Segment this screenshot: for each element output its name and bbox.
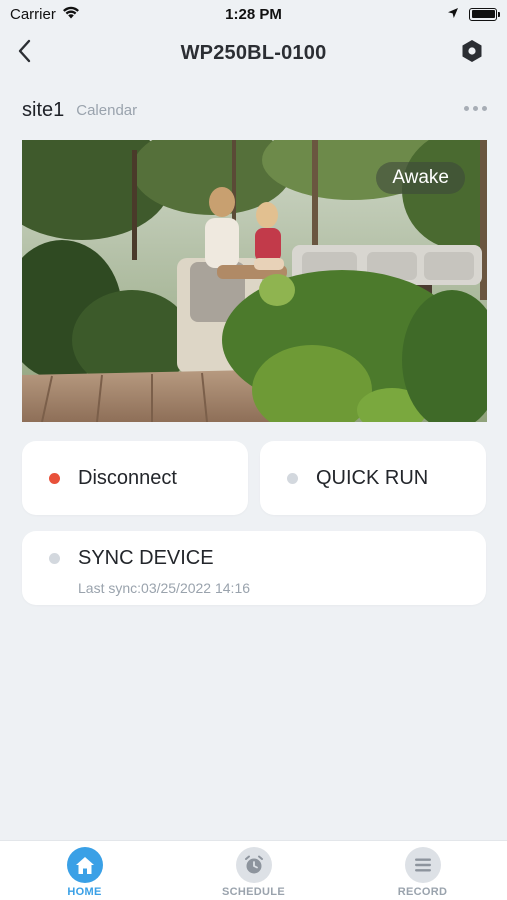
status-left: Carrier bbox=[10, 6, 80, 23]
page-title: WP250BL-0100 bbox=[180, 41, 327, 64]
last-sync-label: Last sync:03/25/2022 14:16 bbox=[78, 580, 251, 596]
tab-home-label: HOME bbox=[67, 886, 102, 898]
tab-bar: HOME SCHEDULE RECORD bbox=[0, 840, 507, 900]
connection-status-dot bbox=[49, 473, 60, 484]
more-horizontal-icon[interactable] bbox=[464, 100, 487, 117]
list-icon bbox=[404, 847, 441, 883]
quick-run-label: QUICK RUN bbox=[316, 467, 429, 489]
alarm-clock-icon bbox=[235, 847, 272, 883]
carrier-label: Carrier bbox=[10, 5, 56, 23]
location-arrow-icon bbox=[447, 6, 459, 23]
disconnect-label: Disconnect bbox=[78, 467, 177, 489]
hexagon-gear-icon bbox=[461, 39, 483, 68]
tab-schedule-label: SCHEDULE bbox=[222, 886, 285, 898]
calendar-link[interactable]: Calendar bbox=[76, 102, 137, 119]
quick-run-status-dot bbox=[287, 473, 298, 484]
camera-feed[interactable]: Awake bbox=[22, 140, 487, 422]
battery-icon bbox=[469, 7, 500, 21]
status-right bbox=[447, 6, 500, 23]
status-badge: Awake bbox=[376, 162, 465, 194]
site-row: site1 Calendar bbox=[22, 92, 487, 128]
wifi-icon bbox=[62, 6, 80, 23]
nav-header: WP250BL-0100 bbox=[0, 28, 507, 78]
home-icon bbox=[66, 847, 103, 883]
status-bar: Carrier 1:28 PM bbox=[0, 0, 507, 28]
tab-home[interactable]: HOME bbox=[25, 841, 145, 900]
disconnect-button[interactable]: Disconnect bbox=[22, 441, 248, 515]
sync-status-dot bbox=[49, 553, 60, 564]
settings-button[interactable] bbox=[459, 39, 485, 68]
sync-device-label: SYNC DEVICE bbox=[78, 547, 214, 569]
chevron-left-icon bbox=[17, 39, 33, 68]
tab-record-label: RECORD bbox=[397, 886, 448, 898]
back-button[interactable] bbox=[10, 38, 40, 68]
site-name: site1 bbox=[22, 98, 65, 121]
tab-schedule[interactable]: SCHEDULE bbox=[194, 841, 314, 900]
quick-run-button[interactable]: QUICK RUN bbox=[260, 441, 486, 515]
sync-device-button[interactable]: SYNC DEVICE Last sync:03/25/2022 14:16 bbox=[22, 531, 486, 605]
tab-record[interactable]: RECORD bbox=[363, 841, 483, 900]
